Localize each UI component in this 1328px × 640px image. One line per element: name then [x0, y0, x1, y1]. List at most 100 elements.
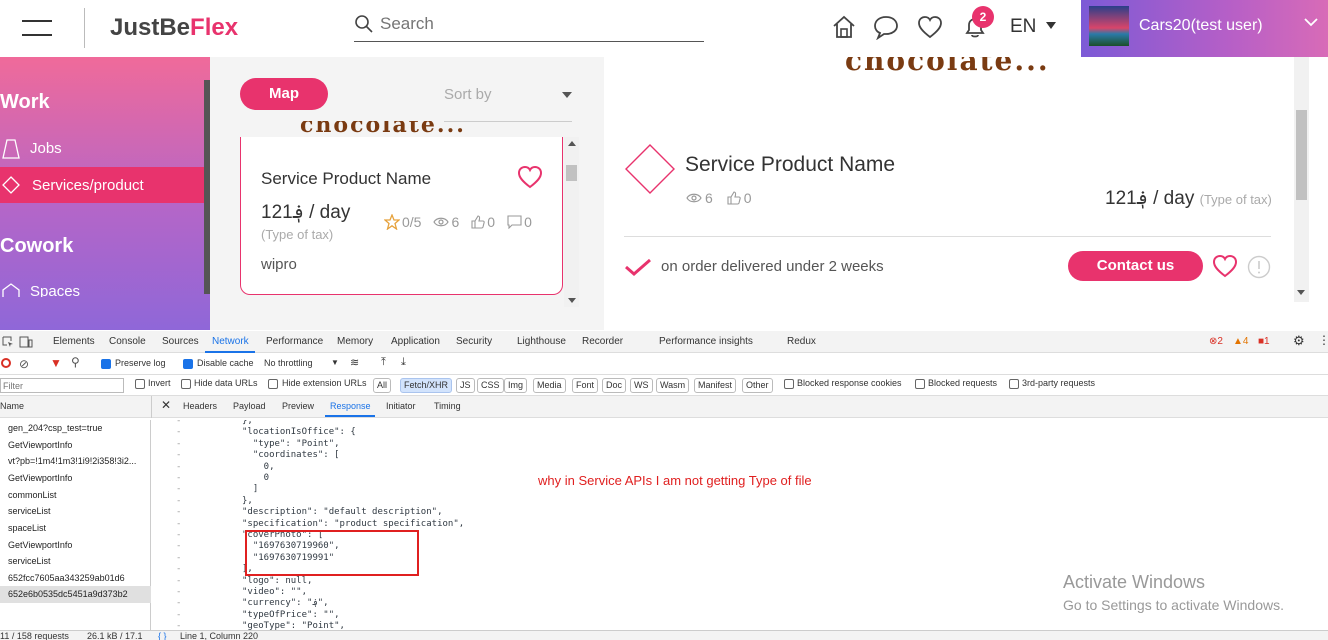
more-icon[interactable]: ⋮	[1318, 333, 1328, 347]
tab-redux[interactable]: Redux	[787, 336, 816, 347]
check-icon	[625, 258, 651, 276]
contact-us-button[interactable]: Contact us	[1068, 251, 1203, 281]
download-icon[interactable]: ⤓	[401, 356, 406, 369]
detail-stats: 6 0	[686, 190, 752, 206]
tab-console[interactable]: Console	[109, 336, 146, 347]
type-filter-wasm[interactable]: Wasm	[656, 378, 690, 393]
hide-extension-urls-checkbox[interactable]	[268, 379, 278, 389]
type-filter-doc[interactable]: Doc	[602, 378, 627, 393]
list-item[interactable]: GetViewportInfo	[0, 470, 151, 487]
chevron-down-icon[interactable]	[1303, 14, 1319, 30]
inspect-icon[interactable]	[2, 336, 14, 348]
caret-down-icon[interactable]	[562, 92, 572, 98]
heart-icon[interactable]	[517, 165, 543, 189]
disable-cache-checkbox[interactable]	[183, 359, 193, 369]
tab-timing[interactable]: Timing	[434, 401, 461, 411]
card-title[interactable]: Service Product Name	[261, 169, 431, 189]
list-item[interactable]: vt?pb=!1m4!1m3!1i9!2i358!3i2...	[0, 453, 151, 470]
language-selector[interactable]: EN	[1010, 16, 1036, 38]
code-text: "type": "Point",	[242, 438, 340, 449]
error-count[interactable]: ⊗2	[1209, 336, 1223, 347]
type-filter-manifest[interactable]: Manifest	[694, 378, 737, 393]
tab-security[interactable]: Security	[456, 336, 492, 347]
tab-payload[interactable]: Payload	[233, 401, 266, 411]
issues-count[interactable]: ■1	[1258, 336, 1270, 347]
notification-badge: 2	[972, 6, 994, 28]
list-item[interactable]: 652fcc7605aa343259ab01d6	[0, 570, 151, 587]
status-bar: 11 / 158 requests 26.1 kB / 17.1 { } Lin…	[0, 630, 1328, 640]
device-toolbar-icon[interactable]	[19, 336, 33, 348]
type-filter-media[interactable]: Media	[533, 378, 566, 393]
hide-data-urls-checkbox[interactable]	[181, 379, 191, 389]
info-icon[interactable]	[1247, 255, 1271, 279]
list-item[interactable]: GetViewportInfo	[0, 437, 151, 454]
list-item[interactable]: gen_204?csp_test=true	[0, 420, 151, 437]
tab-elements[interactable]: Elements	[53, 336, 95, 347]
tab-performance-insights[interactable]: Performance insights	[659, 336, 753, 347]
caret-down-icon[interactable]	[1046, 22, 1056, 29]
type-filter-font[interactable]: Font	[572, 378, 599, 393]
record-icon[interactable]	[1, 358, 11, 368]
tab-recorder[interactable]: Recorder	[582, 336, 623, 347]
list-scrollbar[interactable]	[564, 137, 579, 307]
list-item[interactable]: spaceList	[0, 520, 151, 537]
tab-headers[interactable]: Headers	[183, 401, 217, 411]
map-button[interactable]: Map	[240, 78, 328, 110]
gear-icon[interactable]: ⚙	[1293, 333, 1305, 349]
list-item[interactable]: commonList	[0, 487, 151, 504]
throttling-select[interactable]: No throttling	[264, 358, 313, 368]
third-party-requests-checkbox[interactable]	[1009, 379, 1019, 389]
tab-initiator[interactable]: Initiator	[386, 401, 416, 411]
search-input[interactable]	[380, 12, 680, 36]
scroll-down-arrow[interactable]	[1297, 290, 1305, 295]
filter-input[interactable]	[0, 378, 124, 393]
user-menu[interactable]: Cars20(test user)	[1081, 0, 1328, 57]
clear-icon[interactable]: ⊘	[19, 357, 29, 371]
invert-checkbox[interactable]	[135, 379, 145, 389]
list-item[interactable]: GetViewportInfo	[0, 537, 151, 554]
sidebar-item-services[interactable]: Services/product	[32, 177, 144, 194]
blocked-response-cookies-checkbox[interactable]	[784, 379, 794, 389]
sidebar-item-jobs[interactable]: Jobs	[30, 140, 62, 157]
search-icon[interactable]: ⚲	[71, 355, 80, 369]
type-filter-other[interactable]: Other	[742, 378, 773, 393]
type-filter-ws[interactable]: WS	[630, 378, 653, 393]
type-filter-fetch-xhr[interactable]: Fetch/XHR	[400, 378, 453, 393]
tab-memory[interactable]: Memory	[337, 336, 373, 347]
heart-icon[interactable]	[1212, 254, 1238, 278]
line-marker: -	[176, 438, 182, 449]
tab-preview[interactable]: Preview	[282, 401, 314, 411]
warning-count[interactable]: ▲4	[1233, 336, 1248, 347]
tab-sources[interactable]: Sources	[162, 336, 199, 347]
type-filter-all[interactable]: All	[373, 378, 392, 393]
type-filter-img[interactable]: Img	[504, 378, 528, 393]
close-icon[interactable]: ✕	[161, 398, 171, 412]
list-item[interactable]: serviceList	[0, 503, 151, 520]
type-filter-js[interactable]: JS	[456, 378, 475, 393]
preserve-log-checkbox[interactable]	[101, 359, 111, 369]
list-item[interactable]: 652e6b0535dc5451a9d373b2	[0, 586, 151, 603]
home-icon[interactable]	[831, 14, 857, 40]
tab-performance[interactable]: Performance	[266, 336, 323, 347]
detail-banner-image: chocolate...	[845, 57, 1050, 77]
sidebar-item-spaces[interactable]: Spaces	[0, 277, 204, 297]
heart-icon[interactable]	[917, 14, 943, 40]
logo[interactable]: JustBeFlex	[110, 14, 238, 42]
list-item[interactable]: serviceList	[0, 553, 151, 570]
tab-lighthouse[interactable]: Lighthouse	[517, 336, 566, 347]
menu-icon[interactable]	[22, 18, 52, 38]
filter-icon[interactable]: ▼	[50, 356, 62, 370]
page-scrollbar-thumb[interactable]	[1296, 110, 1307, 200]
type-filter-css[interactable]: CSS	[477, 378, 504, 393]
wifi-icon[interactable]: ≋	[350, 356, 359, 369]
sort-by-select[interactable]: Sort by	[444, 86, 492, 103]
caret-down-icon[interactable]: ▼	[331, 358, 339, 367]
chat-icon[interactable]	[873, 14, 899, 40]
name-column-header[interactable]: Name	[0, 401, 24, 411]
blocked-requests-checkbox[interactable]	[915, 379, 925, 389]
upload-icon[interactable]: ⤒	[381, 356, 386, 369]
tab-network[interactable]: Network	[212, 336, 249, 347]
format-icon[interactable]: { }	[158, 631, 167, 640]
tab-application[interactable]: Application	[391, 336, 440, 347]
tab-response[interactable]: Response	[330, 401, 371, 411]
